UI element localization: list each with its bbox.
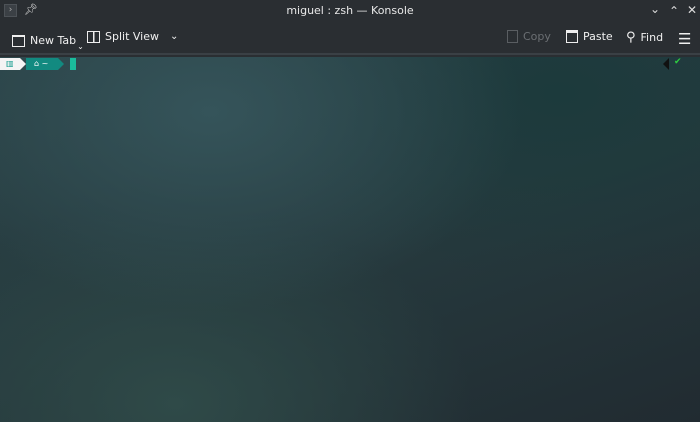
toolbar: New Tab ⌄ Split View ⌄ Copy Paste ⚲ Find…: [0, 22, 700, 55]
directory-segment: ⌂ ~: [26, 58, 64, 70]
copy-button[interactable]: Copy: [507, 30, 551, 43]
split-view-button[interactable]: Split View ⌄: [87, 30, 178, 43]
paste-button[interactable]: Paste: [566, 30, 613, 43]
maximize-button[interactable]: ⌃: [666, 4, 682, 18]
split-view-icon: [87, 30, 100, 43]
manjaro-icon: ▥: [6, 59, 14, 68]
os-icon-segment: ▥: [0, 58, 26, 70]
status-ok-icon: ✔: [674, 57, 682, 67]
home-icon: ⌂: [34, 59, 40, 68]
search-icon: ⚲: [626, 30, 636, 45]
chevron-down-icon[interactable]: ⌄: [170, 31, 178, 42]
close-button[interactable]: ✕: [684, 3, 700, 17]
window-title: miguel : zsh — Konsole: [286, 4, 414, 17]
paste-icon: [566, 30, 578, 43]
hamburger-menu-button[interactable]: ☰: [678, 30, 691, 48]
find-button[interactable]: ⚲ Find: [626, 30, 663, 45]
new-tab-icon: [12, 34, 25, 47]
terminal-cursor: [70, 58, 76, 70]
menu-icon: ☰: [678, 30, 692, 48]
chevron-down-icon[interactable]: ⌄: [77, 42, 84, 51]
copy-icon: [507, 30, 518, 43]
title-bar: › 📌︎ miguel : zsh — Konsole ⌄ ⌃ ✕: [0, 0, 700, 22]
terminal-area[interactable]: ▥ ⌂ ~ ✔: [0, 57, 700, 422]
new-tab-button[interactable]: New Tab ⌄: [12, 30, 84, 51]
minimize-button[interactable]: ⌄: [647, 2, 663, 16]
right-prompt-separator: [663, 58, 669, 70]
